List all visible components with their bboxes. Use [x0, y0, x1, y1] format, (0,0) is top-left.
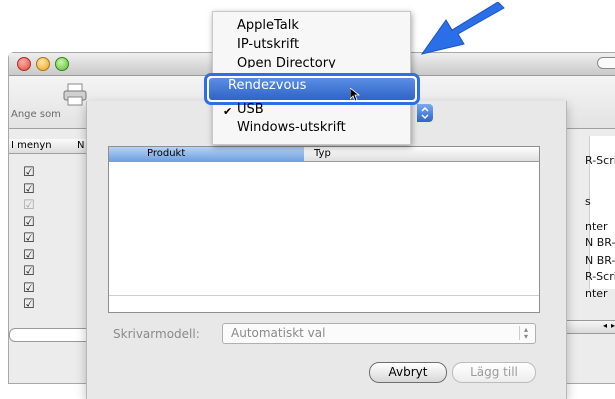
- printer-model-select: Automatiskt val ▴ ▾: [222, 323, 536, 344]
- in-menu-checkbox[interactable]: ☑: [23, 183, 35, 196]
- printer-kind-text: N BR-Scri: [585, 254, 615, 267]
- menu-item-rendezvous[interactable]: Rendezvous: [204, 73, 420, 105]
- printer-browser-table[interactable]: Produkt Typ: [108, 146, 540, 313]
- callout-arrow-icon: [420, 2, 505, 55]
- printer-kind-text: R-Script: [585, 270, 615, 283]
- printer-kind-text: nter: [585, 287, 608, 300]
- add-button: Lägg till: [452, 362, 536, 383]
- printer-kind-text: N BR-Scri: [585, 236, 615, 249]
- menu-item-usb[interactable]: USB: [237, 102, 264, 113]
- close-button[interactable]: [17, 57, 31, 71]
- connection-type-menu: AppleTalk IP-utskrift Open Directory Ren…: [204, 11, 420, 145]
- printer-icon[interactable]: [62, 82, 88, 108]
- column-product[interactable]: Produkt: [109, 147, 304, 161]
- add-printer-sheet: Produkt Typ Skrivarmodell: Automatiskt v…: [86, 101, 567, 399]
- menu-item-open-directory[interactable]: Open Directory: [237, 56, 336, 68]
- horizontal-scroll-arrows[interactable]: ◂ ▸: [566, 320, 615, 334]
- column-in-menu[interactable]: I menyn: [11, 140, 52, 151]
- menu-item-rendezvous-label: Rendezvous: [228, 78, 307, 93]
- default-printer-label[interactable]: Ange som: [11, 109, 61, 120]
- in-menu-checkbox[interactable]: ☑: [23, 166, 35, 179]
- popup-chevron-icon[interactable]: [417, 104, 433, 122]
- column-name[interactable]: N: [77, 140, 84, 151]
- cancel-button[interactable]: Avbryt: [369, 362, 447, 383]
- toolbar-toggle-button[interactable]: [597, 57, 615, 69]
- scroll-left-arrow-icon[interactable]: ◂: [603, 321, 607, 330]
- in-menu-checkbox[interactable]: ☑: [23, 216, 35, 229]
- printer-model-label: Skrivarmodell:: [113, 327, 200, 341]
- printer-kind-text: nter: [585, 220, 608, 233]
- menu-item-ip-printing[interactable]: IP-utskrift: [237, 37, 299, 52]
- scroll-right-arrow-icon[interactable]: ▸: [611, 321, 615, 330]
- checkmark-icon: ✔: [223, 105, 233, 118]
- zoom-button[interactable]: [55, 57, 69, 71]
- table-header: Produkt Typ: [109, 147, 539, 162]
- table-divider: [109, 295, 539, 296]
- in-menu-checkbox[interactable]: ☑: [23, 265, 35, 278]
- in-menu-checkbox[interactable]: ☑: [23, 199, 35, 212]
- in-menu-checkbox[interactable]: ☑: [23, 249, 35, 262]
- menu-item-windows-printing[interactable]: Windows-utskrift: [237, 120, 346, 135]
- select-arrows-icon: ▴ ▾: [519, 326, 532, 341]
- column-type-label[interactable]: Typ: [314, 148, 331, 159]
- in-menu-checkbox[interactable]: ☑: [23, 232, 35, 245]
- printer-model-value: Automatiskt val: [231, 326, 326, 340]
- printer-kind-text: s: [585, 195, 591, 208]
- in-menu-checkbox[interactable]: ☑: [23, 282, 35, 295]
- menu-item-appletalk[interactable]: AppleTalk: [237, 18, 299, 33]
- column-product-label: Produkt: [147, 148, 186, 159]
- mouse-pointer-icon: [350, 88, 360, 102]
- printer-kind-text: R-Script: [585, 154, 615, 167]
- in-menu-checkbox[interactable]: ☑: [23, 298, 35, 311]
- minimize-button[interactable]: [36, 57, 50, 71]
